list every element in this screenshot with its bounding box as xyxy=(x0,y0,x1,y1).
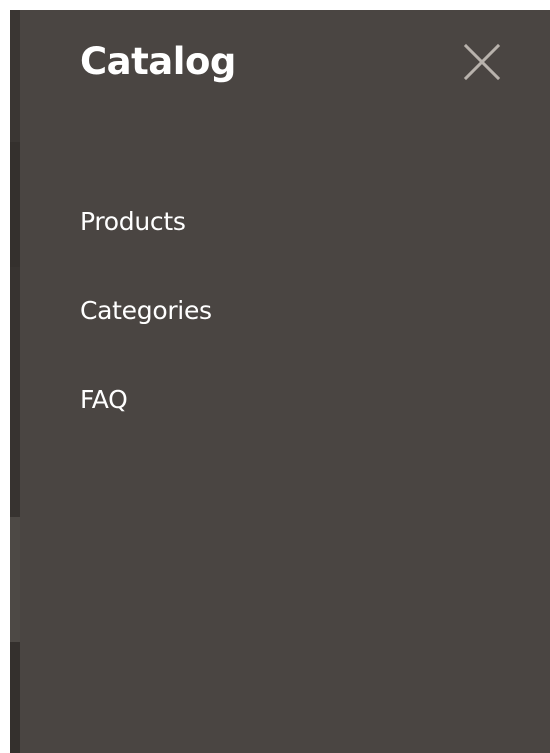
sidebar-edge-segment xyxy=(10,10,20,142)
close-icon xyxy=(463,43,501,81)
menu-item-categories[interactable]: Categories xyxy=(80,284,212,373)
menu-item-products[interactable]: Products xyxy=(80,195,212,284)
catalog-menu: Products Categories FAQ xyxy=(80,195,212,462)
sidebar-edge-segment xyxy=(10,267,20,517)
screen: Catalog Products Categories FAQ xyxy=(0,0,550,753)
panel-title: Catalog xyxy=(80,40,236,83)
admin-sidebar-edge xyxy=(10,10,20,753)
sidebar-edge-segment xyxy=(10,142,20,267)
catalog-submenu-panel: Catalog Products Categories FAQ xyxy=(20,10,550,753)
sidebar-edge-segment xyxy=(10,642,20,753)
sidebar-edge-segment-active xyxy=(10,517,20,642)
close-button[interactable] xyxy=(460,38,504,82)
menu-item-faq[interactable]: FAQ xyxy=(80,373,212,462)
